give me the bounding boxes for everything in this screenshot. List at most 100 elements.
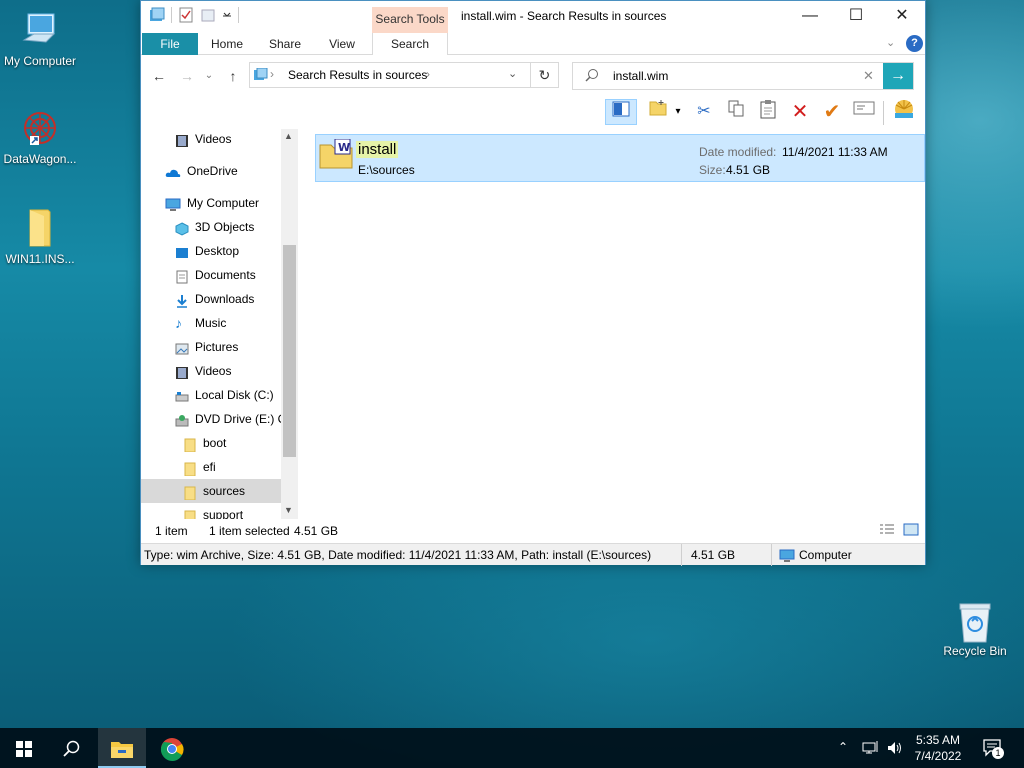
scroll-up-icon[interactable]: ▲ [284, 131, 293, 141]
clock[interactable]: 5:35 AM 7/4/2022 [910, 732, 966, 764]
tab-home[interactable]: Home [201, 33, 253, 55]
nav-item-folder-efi[interactable]: efi [141, 455, 281, 479]
size-label: Size: [699, 163, 726, 177]
clear-search-icon[interactable]: ✕ [863, 68, 874, 84]
new-folder-icon [648, 100, 668, 121]
address-path[interactable]: Search Results in sources [288, 68, 427, 82]
date-modified-value: 11/4/2021 11:33 AM [782, 145, 888, 159]
rename-button[interactable]: ✔ [819, 99, 845, 125]
tab-search[interactable]: Search [372, 33, 448, 55]
checkmark-icon: ✔ [823, 101, 841, 123]
details-view-icon[interactable] [879, 523, 895, 540]
desktop-icon-label: Recycle Bin [943, 644, 1007, 658]
preview-pane-button[interactable] [605, 99, 637, 125]
desktop-icon-label: WIN11.INS... [5, 252, 75, 266]
nav-item-label: boot [203, 436, 227, 450]
nav-item-pictures[interactable]: Pictures [141, 335, 281, 359]
nav-item-folder-boot[interactable]: boot [141, 431, 281, 455]
new-folder-icon[interactable] [200, 7, 216, 23]
ribbon-expand-icon[interactable]: ⌄ [886, 36, 895, 49]
qat-dropdown-icon[interactable] [222, 7, 232, 23]
nav-item-videos[interactable]: Videos [141, 359, 281, 383]
nav-item-label: Desktop [195, 244, 240, 258]
tab-file[interactable]: File [142, 33, 198, 55]
scroll-down-icon[interactable]: ▼ [284, 505, 293, 515]
nav-item-label: My Computer [187, 196, 260, 210]
search-box[interactable]: install.wim ✕ → [572, 62, 914, 90]
forward-button[interactable]: → [177, 66, 197, 86]
refresh-button[interactable]: ↻ [530, 62, 559, 88]
cut-button[interactable]: ✂ [691, 99, 717, 125]
nav-item-videos[interactable]: Videos [141, 129, 281, 151]
scrollbar-thumb[interactable] [283, 245, 296, 457]
back-button[interactable]: ← [149, 66, 169, 86]
file-list: W install E:\sources Date modified: 11/4… [298, 129, 925, 519]
volume-icon[interactable] [886, 740, 904, 759]
search-result-item[interactable]: W install E:\sources Date modified: 11/4… [315, 134, 925, 182]
action-center-button[interactable]: 1 [982, 738, 1004, 761]
tab-share[interactable]: Share [257, 33, 313, 55]
qat-divider [171, 7, 172, 23]
taskbar-chrome[interactable] [148, 728, 196, 768]
minimize-button[interactable]: — [787, 1, 833, 33]
search-tools-context-label: Search Tools [372, 7, 448, 33]
result-location: E:\sources [358, 163, 415, 177]
nav-item-onedrive[interactable]: OneDrive [141, 159, 281, 183]
arrow-right-icon: → [890, 67, 906, 84]
nav-item-folder-sources[interactable]: sources [141, 479, 281, 503]
desktop-icon-datawagon[interactable]: DataWagon... [0, 108, 80, 166]
tab-view[interactable]: View [317, 33, 367, 55]
up-button[interactable]: ↑ [223, 66, 243, 86]
help-icon[interactable]: ? [906, 35, 923, 52]
nav-item-documents[interactable]: Documents [141, 263, 281, 287]
nav-item-desktop[interactable]: Desktop [141, 239, 281, 263]
desktop-icon-my-computer[interactable]: My Computer [0, 10, 80, 68]
status-bar: 1 item 1 item selected 4.51 GB [141, 519, 925, 543]
show-hidden-icons-button[interactable]: ⌃ [838, 740, 848, 754]
taskbar-file-explorer[interactable] [98, 728, 146, 768]
result-name[interactable]: install [356, 141, 399, 158]
drive-icon [175, 388, 189, 402]
new-folder-button[interactable] [645, 99, 671, 125]
nav-item-label: Downloads [195, 292, 255, 306]
recent-locations-button[interactable]: ⌄ [203, 66, 215, 86]
address-dropdown-icon[interactable]: ⌄ [508, 67, 517, 80]
copy-button[interactable] [723, 99, 749, 125]
selection-size: 4.51 GB [294, 524, 339, 538]
nav-item-my-computer[interactable]: My Computer [141, 191, 281, 215]
network-icon[interactable] [862, 740, 880, 759]
downloads-icon [175, 292, 189, 308]
nav-item-3d-objects[interactable]: 3D Objects [141, 215, 281, 239]
desktop-icon-win11-folder[interactable]: WIN11.INS... [0, 208, 80, 266]
nav-item-dvd-drive[interactable]: DVD Drive (E:) C( [141, 407, 281, 431]
quick-access-toolbar [149, 7, 239, 23]
shell-button[interactable] [891, 99, 917, 125]
search-input[interactable]: install.wim [613, 69, 668, 83]
desktop-icon-label: My Computer [3, 54, 77, 68]
search-results-icon [254, 67, 268, 85]
delete-button[interactable]: ✕ [787, 99, 813, 125]
nav-item-local-disk[interactable]: Local Disk (C:) [141, 383, 281, 407]
videos-icon [175, 132, 189, 147]
address-bar[interactable]: › Search Results in sources › ⌄ [249, 62, 559, 88]
arrow-left-icon: ← [152, 68, 166, 84]
close-button[interactable]: ✕ [879, 1, 925, 33]
properties-button[interactable] [851, 99, 877, 125]
search-go-button[interactable]: → [883, 63, 913, 89]
nav-item-folder-support[interactable]: support [141, 503, 281, 519]
search-button[interactable] [48, 728, 96, 768]
search-icon [63, 740, 81, 757]
nav-item-downloads[interactable]: Downloads [141, 287, 281, 311]
maximize-button[interactable]: ☐ [833, 1, 879, 33]
new-folder-dropdown[interactable]: ▾ [671, 99, 685, 125]
start-button[interactable] [0, 728, 48, 768]
paste-button[interactable] [755, 99, 781, 125]
desktop-icon-recycle-bin[interactable]: Recycle Bin [935, 600, 1015, 658]
qat-divider [238, 7, 239, 23]
properties-icon [853, 101, 875, 120]
large-icons-view-icon[interactable] [903, 523, 919, 540]
address-chevron-icon[interactable]: › [426, 67, 430, 81]
nav-item-music[interactable]: ♪ Music [141, 311, 281, 335]
properties-icon[interactable] [178, 7, 194, 23]
navigation-scrollbar[interactable]: ▲ ▼ [281, 129, 298, 519]
